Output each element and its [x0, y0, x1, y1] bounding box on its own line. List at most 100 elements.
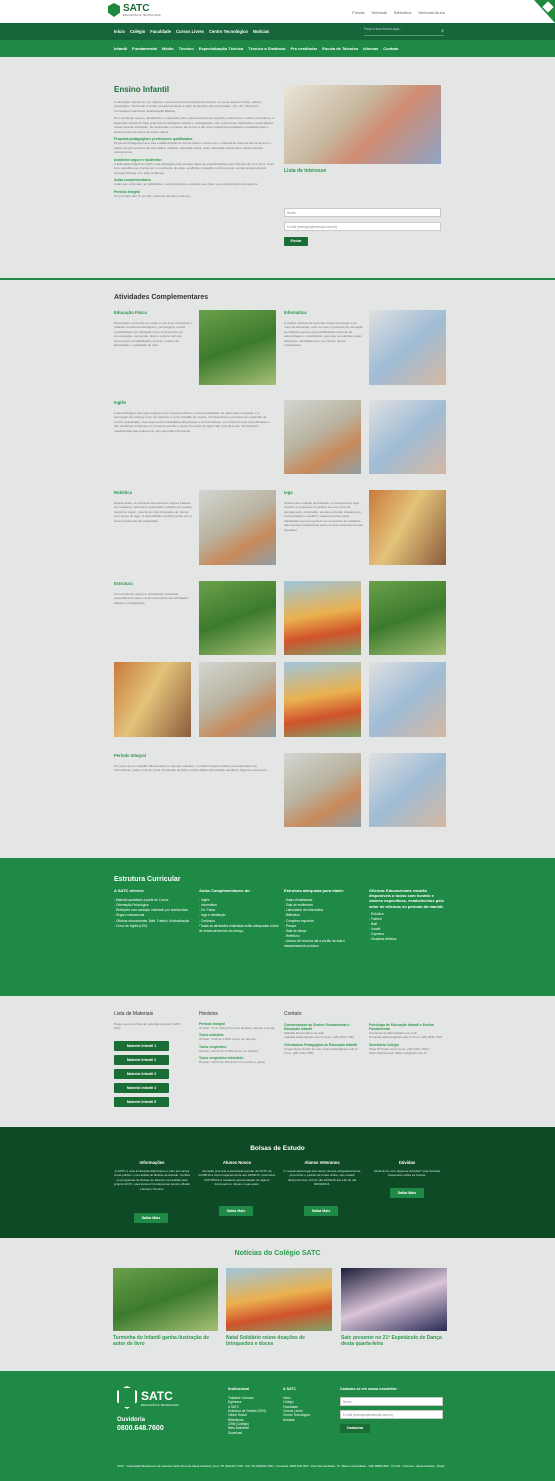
activity-informatica: Informática A melhor maneira de aprender…	[284, 310, 364, 348]
hours-section: Horários Período Integral Horário: 7h às…	[199, 1011, 277, 1065]
footer-logo[interactable]: SATC EDUCAÇÃO E TECNOLOGIA	[117, 1386, 179, 1409]
photo-educacao-fisica	[199, 310, 276, 385]
nav-inicio[interactable]: Início	[114, 29, 125, 34]
contact-item-text: Fernanda Serafini Fabbrino E-mail: ferna…	[369, 1031, 443, 1040]
subnav-medio[interactable]: Médio	[162, 46, 174, 51]
footer-col-title: Institucional	[228, 1387, 250, 1391]
saiba-mais-button[interactable]: Saiba Mais	[304, 1206, 338, 1216]
shield-icon	[117, 1386, 137, 1409]
subnav-escola-talentos[interactable]: Escola de Talentos	[322, 46, 358, 51]
search-icon[interactable]: ⌕	[441, 28, 444, 34]
material-infantil-2-button[interactable]: Material Infantil 2	[114, 1055, 169, 1065]
col2-title: Aulas Complementares de:	[199, 888, 251, 893]
news-photo-1[interactable]	[113, 1268, 218, 1331]
ombudsman-title: Ouvidoria	[117, 1417, 146, 1423]
hours-item-text: Horário: 13h15 às 19h (inclui um lanche …	[199, 1060, 266, 1065]
footer-link[interactable]: Notícias	[283, 1418, 310, 1422]
subnav-contato[interactable]: Contato	[383, 46, 398, 51]
col3-title: Estrutura adequada para idade:	[284, 888, 345, 893]
photo-estrutura-4	[114, 662, 191, 737]
contact-item-title: Psicóloga de Educação Infantil e Ensino …	[369, 1023, 435, 1031]
news-photo-2[interactable]	[226, 1268, 332, 1331]
intro-p4: A Educação Infantil do SATC está planeja…	[114, 161, 274, 175]
photo-estrutura-2	[284, 581, 361, 655]
activity-ioga: Ioga Através da contação de histórias, a…	[284, 490, 364, 532]
nav-noticias[interactable]: Notícias	[253, 29, 269, 34]
contact-item-title: Coordenadora do Ensino Fundamental e Edu…	[284, 1023, 350, 1031]
activity-title: Robótica	[114, 490, 132, 495]
top-link-biblioteca[interactable]: Biblioteca	[394, 10, 411, 15]
photo-estrutura-3	[369, 581, 446, 655]
newsletter-email-field[interactable]: E-mail (exemplo@exemplo.com.br)	[340, 1410, 443, 1419]
intro-p5: Aulas que estimulam as habilidades, conh…	[114, 182, 259, 187]
news-photo-3[interactable]	[341, 1268, 447, 1331]
activity-ingles: Inglês A aprendizagem da língua inglesa …	[114, 400, 274, 433]
subnav-tecnico[interactable]: Técnico	[179, 46, 194, 51]
activity-title: Ioga	[284, 490, 293, 495]
nav-faculdade[interactable]: Faculdade	[150, 29, 171, 34]
footer-link[interactable]: Download	[228, 1431, 266, 1435]
interest-email-field[interactable]: E-mail (exemplo@exemplo.com.br)	[284, 222, 441, 231]
activity-educacao-fisica: Educação Física Procuramos encontrar em …	[114, 310, 194, 348]
news-item-title[interactable]: Satc presente no 21º Espetáculo de Dança…	[341, 1335, 447, 1347]
footer: SATC EDUCAÇÃO E TECNOLOGIA Ouvidoria 0800…	[0, 1371, 555, 1481]
scholarship-col-title: Alunos Veteranos	[304, 1160, 340, 1165]
scholarship-col-title: Informações	[139, 1160, 165, 1165]
subnav-idiomas[interactable]: Idiomas	[363, 46, 378, 51]
logo[interactable]: SATC EDUCAÇÃO E TECNOLOGIA	[108, 3, 161, 17]
activity-periodo-integral: Período Integral Por meio de um trabalho…	[114, 753, 274, 773]
subnav-especializacao[interactable]: Especialização Técnica	[199, 46, 243, 51]
send-button[interactable]: Enviar	[284, 237, 308, 246]
material-infantil-1-button[interactable]: Material Infantil 1	[114, 1041, 169, 1051]
contact-item-text: Cinara Dana Pelizzi E-mail: cinara.feltr…	[284, 1046, 358, 1056]
top-links: Portais Webmail Biblioteca Webmail Aluno	[352, 10, 445, 15]
contact-item-text: Hilda Mª Fellen Gruz Fone: (48) 3431.750…	[369, 1046, 430, 1056]
material-infantil-4-button[interactable]: Material Infantil 4	[114, 1083, 169, 1093]
top-link-portais[interactable]: Portais	[352, 10, 364, 15]
scholarship-col-veteranos: Alunos Veteranos O responsável legal pel…	[283, 1160, 361, 1187]
search-placeholder: Faça a sua busca aqui...	[364, 27, 403, 31]
scholarship-col-duvidas: Dúvidas Ainda ficou com algumas dúvidas?…	[368, 1160, 446, 1178]
saiba-mais-button[interactable]: Saiba Mais	[134, 1213, 168, 1223]
activity-title: Inglês	[114, 400, 127, 405]
intro-section: Ensino Infantil A educação infantil tem …	[114, 85, 274, 198]
activity-title: Período Integral	[114, 753, 146, 758]
saiba-mais-button[interactable]: Saiba Mais	[390, 1188, 424, 1198]
nav-cursos-livres[interactable]: Cursos Livres	[176, 29, 204, 34]
scholarship-col-text: Ainda ficou com algumas dúvidas? Veja dú…	[373, 1169, 441, 1178]
scholarship-col-title: Dúvidas	[398, 1160, 416, 1165]
material-infantil-5-button[interactable]: Material Infantil 5	[114, 1097, 169, 1107]
subnav-fundamental[interactable]: Fundamental	[132, 46, 157, 51]
search-input[interactable]: Faça a sua busca aqui... ⌕	[364, 27, 444, 36]
newsletter-submit-button[interactable]: Cadastrar	[340, 1424, 370, 1433]
newsletter-name-field[interactable]: Nome	[340, 1397, 443, 1406]
curricular-col1: A SATC oferece - Material apostilado a p…	[114, 888, 194, 929]
nav-colegio[interactable]: Colégio	[130, 29, 145, 34]
top-link-webmail-aluno[interactable]: Webmail Aluno	[418, 10, 445, 15]
intro-p2: Num ambiente seguro, climatizado e prepa…	[114, 116, 274, 134]
activity-text: Através da contação de histórias, a prof…	[284, 501, 363, 532]
photo-integral-2	[369, 753, 446, 827]
subnav-tecnico-distancia[interactable]: Técnico a Distância	[248, 46, 285, 51]
photo-estrutura-1	[199, 581, 276, 655]
intro-p6: Com horário das 7h às 19h, incluindo lan…	[114, 193, 192, 198]
interest-email-placeholder: E-mail (exemplo@exemplo.com.br)	[287, 225, 337, 229]
footer-logo-text: SATC	[141, 1388, 173, 1403]
curricular-section: Estrutura Curricular A SATC oferece - Ma…	[0, 858, 555, 996]
activity-text: A melhor maneira de aprender sobre tecno…	[284, 321, 363, 348]
photo-estrutura-7	[369, 662, 446, 737]
footer-link[interactable]: Centro Tecnológico	[283, 1413, 310, 1417]
saiba-mais-button[interactable]: Saiba Mais	[219, 1206, 253, 1216]
material-infantil-3-button[interactable]: Material Infantil 3	[114, 1069, 169, 1079]
news-item-title[interactable]: Turminha do Infantil ganha ilustração de…	[113, 1335, 218, 1347]
interest-name-field[interactable]: Nome	[284, 208, 441, 217]
scholarship-col-text: O responsável legal pelo aluno deverá ob…	[283, 1169, 361, 1187]
news-item-title[interactable]: Natal Solidário reúne doações de brinque…	[226, 1335, 332, 1347]
sub-nav: Infantil Fundamental Médio Técnico Espec…	[0, 40, 555, 57]
top-link-webmail[interactable]: Webmail	[372, 10, 388, 15]
interest-form: Lista de interesse	[284, 168, 441, 174]
subnav-pre-vestibular[interactable]: Pré-vestibular	[291, 46, 318, 51]
subnav-infantil[interactable]: Infantil	[114, 46, 127, 51]
nav-centro-tecnologico[interactable]: Centro Tecnológico	[209, 29, 248, 34]
scholarship-col-info: Informações A SATC é uma instituição fil…	[113, 1160, 191, 1191]
